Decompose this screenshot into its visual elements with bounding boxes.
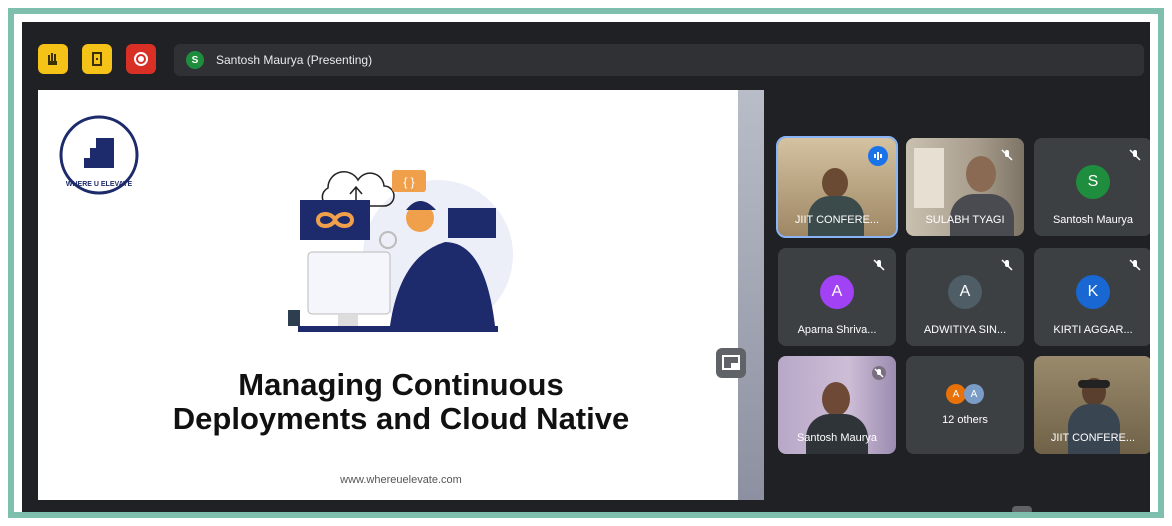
slide-title: Managing Continuous Deployments and Clou… xyxy=(38,368,738,436)
presenting-indicator[interactable]: S Santosh Maurya (Presenting) xyxy=(174,44,1144,76)
participant-tile[interactable]: JIIT CONFERE... xyxy=(1034,356,1150,454)
participant-name: Santosh Maurya xyxy=(796,432,878,444)
others-tile[interactable]: A A 12 others xyxy=(906,356,1024,454)
participant-name: SULABH TYAGI xyxy=(925,214,1005,226)
participant-name: ADWITIYA SIN... xyxy=(923,324,1007,336)
others-count-label: 12 others xyxy=(942,414,988,426)
slide-edge-gradient xyxy=(738,90,764,500)
mic-off-icon xyxy=(1129,259,1141,271)
person-head xyxy=(822,382,850,416)
code-badge-text: { } xyxy=(403,175,414,189)
bookshelf xyxy=(914,148,944,208)
mic-off-icon xyxy=(872,366,886,380)
mic-off-icon xyxy=(1001,259,1013,271)
participant-name: KIRTI AGGAR... xyxy=(1053,324,1133,336)
meeting-window: S Santosh Maurya (Presenting) WHERE U EL… xyxy=(22,22,1150,512)
raise-hand-button[interactable] xyxy=(38,44,68,74)
leave-door-button[interactable] xyxy=(82,44,112,74)
participant-name: JIIT CONFERE... xyxy=(1050,432,1136,444)
pip-icon xyxy=(722,355,740,370)
shared-screen-slide: WHERE U ELEVATE { } Managing Continuous … xyxy=(38,90,738,500)
mic-off-icon xyxy=(1129,149,1141,161)
participant-tile[interactable]: A Aparna Shriva... xyxy=(778,248,896,346)
speaking-indicator-icon xyxy=(868,146,888,166)
slide-title-line-1: Managing Continuous xyxy=(238,367,564,402)
mic-off-icon xyxy=(873,259,885,271)
logo-text: WHERE U ELEVATE xyxy=(66,181,133,188)
where-u-elevate-logo: WHERE U ELEVATE xyxy=(59,115,139,195)
participant-name: Santosh Maurya xyxy=(1052,214,1134,226)
hand-icon xyxy=(48,53,57,65)
person-head xyxy=(966,156,996,192)
participant-name: Aparna Shriva... xyxy=(797,324,877,336)
participant-tile[interactable]: A ADWITIYA SIN... xyxy=(906,248,1024,346)
record-icon xyxy=(134,52,148,66)
devops-illustration: { } xyxy=(288,170,513,332)
picture-in-picture-button[interactable] xyxy=(716,348,746,378)
slide-url: www.whereuelevate.com xyxy=(340,474,462,486)
presenting-label: Santosh Maurya (Presenting) xyxy=(216,53,373,67)
participant-tile[interactable]: S Santosh Maurya xyxy=(1034,138,1150,236)
avatar: K xyxy=(1076,275,1110,309)
participant-name: JIIT CONFERE... xyxy=(794,214,880,226)
participant-tile[interactable]: Santosh Maurya xyxy=(778,356,896,454)
top-bar: S Santosh Maurya (Presenting) xyxy=(22,22,1150,86)
door-icon xyxy=(92,52,102,66)
participant-tile[interactable]: SULABH TYAGI xyxy=(906,138,1024,236)
person-body xyxy=(1068,404,1120,454)
record-button[interactable] xyxy=(126,44,156,74)
person-head xyxy=(822,168,848,198)
avatar: A xyxy=(946,384,966,404)
avatar: S xyxy=(1076,165,1110,199)
avatar: A xyxy=(820,275,854,309)
slide-title-line-2: Deployments and Cloud Native xyxy=(172,401,630,436)
mic-off-icon xyxy=(1001,149,1013,161)
avatar: A xyxy=(964,384,984,404)
bottom-indicator xyxy=(1012,506,1032,512)
headset-icon xyxy=(1078,380,1110,388)
avatar: A xyxy=(948,275,982,309)
participant-tile[interactable]: JIIT CONFERE... xyxy=(776,136,898,238)
presenter-avatar: S xyxy=(186,51,204,69)
participant-tile[interactable]: K KIRTI AGGAR... xyxy=(1034,248,1150,346)
